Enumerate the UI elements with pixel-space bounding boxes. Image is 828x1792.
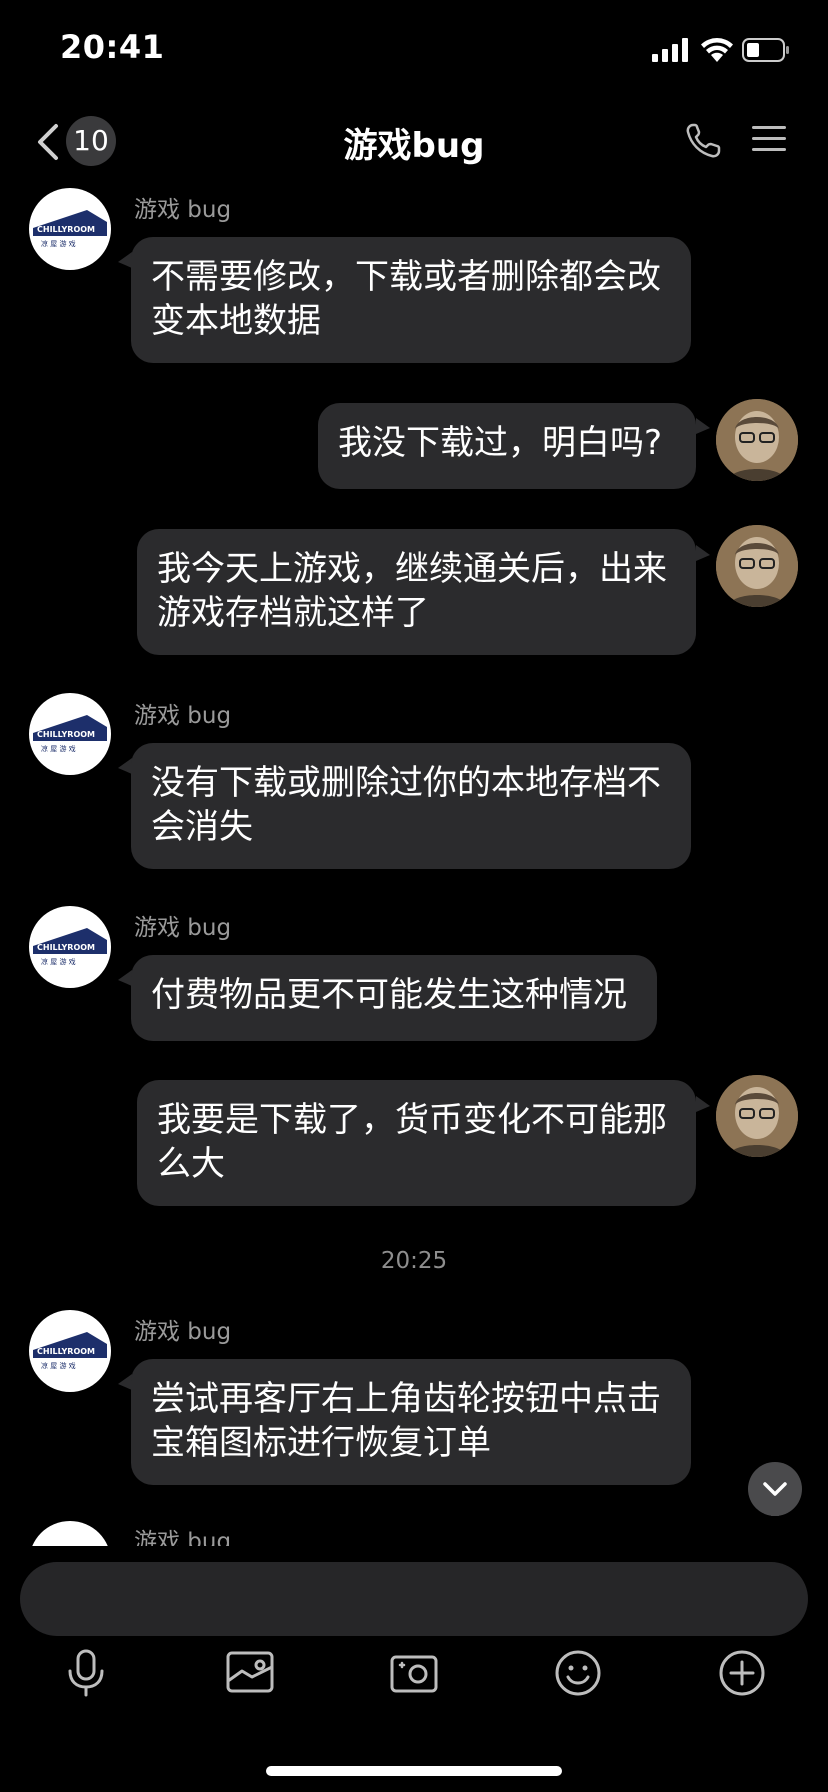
message-bubble[interactable]: 没有下载或删除过你的本地存档不 会消失 — [131, 743, 691, 869]
chillyroom-logo-icon: CHILLYROOM 凉 屋 游 戏 — [33, 1332, 107, 1370]
sender-name: 游戏 bug — [134, 197, 232, 223]
svg-text:CHILLYROOM: CHILLYROOM — [37, 1347, 95, 1356]
wifi-icon — [701, 38, 733, 62]
contact-avatar[interactable]: CHILLYROOM 凉 屋 游 戏 — [29, 188, 111, 270]
message-input[interactable] — [20, 1562, 808, 1636]
input-toolbar — [0, 1645, 828, 1713]
bubble-tail — [696, 1096, 710, 1112]
plus-icon[interactable] — [714, 1645, 770, 1701]
bubble-tail — [118, 252, 132, 268]
svg-text:凉 屋 游 戏: 凉 屋 游 戏 — [41, 744, 76, 753]
contact-avatar[interactable]: CHILLYROOM 凉 屋 游 戏 — [29, 1310, 111, 1392]
svg-text:凉 屋 游 戏: 凉 屋 游 戏 — [41, 1361, 76, 1370]
message-line: 宝箱图标进行恢复订单 — [151, 1423, 491, 1463]
message-line: 付费物品更不可能发生这种情况 — [151, 975, 627, 1015]
message-line: 变本地数据 — [151, 301, 321, 341]
battery-icon — [742, 38, 789, 62]
sender-name: 游戏 bug — [134, 703, 232, 729]
contact-avatar[interactable]: CHILLYROOM 凉 屋 游 戏 — [29, 906, 111, 988]
sender-name: 游戏 bug — [134, 1529, 232, 1546]
home-indicator[interactable] — [266, 1766, 562, 1776]
message-bubble[interactable]: 我没下载过，明白吗? — [318, 403, 696, 489]
message-line: 会消失 — [151, 807, 253, 847]
phone-call-icon[interactable] — [684, 122, 722, 160]
chillyroom-logo-icon: CHILLYROOM 凉 屋 游 戏 — [33, 715, 107, 753]
message-line: 我要是下载了，货币变化不可能那 — [157, 1100, 667, 1140]
message-bubble[interactable]: 尝试再客厅右上角齿轮按钮中点击 宝箱图标进行恢复订单 — [131, 1359, 691, 1485]
my-avatar[interactable] — [716, 1075, 798, 1157]
sender-name: 游戏 bug — [134, 915, 232, 941]
bubble-tail — [118, 758, 132, 774]
microphone-icon[interactable] — [58, 1645, 114, 1701]
message-bubble[interactable]: 不需要修改，下载或者删除都会改 变本地数据 — [131, 237, 691, 363]
message-line: 我今天上游戏，继续通关后，出来 — [157, 549, 667, 589]
bubble-tail — [118, 970, 132, 986]
contact-avatar[interactable] — [29, 1521, 111, 1546]
message-line: 么大 — [157, 1144, 225, 1184]
svg-text:CHILLYROOM: CHILLYROOM — [37, 730, 95, 739]
sender-name: 游戏 bug — [134, 1319, 232, 1345]
image-icon[interactable] — [222, 1645, 278, 1701]
my-avatar[interactable] — [716, 399, 798, 481]
message-line: 尝试再客厅右上角齿轮按钮中点击 — [151, 1379, 661, 1419]
svg-text:凉 屋 游 戏: 凉 屋 游 戏 — [41, 239, 76, 248]
chevron-down-icon — [763, 1482, 787, 1522]
message-bubble[interactable]: 我要是下载了，货币变化不可能那 么大 — [137, 1080, 696, 1206]
message-line: 我没下载过，明白吗? — [338, 423, 663, 463]
contact-avatar[interactable]: CHILLYROOM 凉 屋 游 戏 — [29, 693, 111, 775]
message-bubble[interactable]: 我今天上游戏，继续通关后，出来 游戏存档就这样了 — [137, 529, 696, 655]
message-list-clip: 游戏 bug — [0, 1500, 828, 1546]
chillyroom-logo-icon: CHILLYROOM 凉 屋 游 戏 — [33, 928, 107, 966]
message-line: 不需要修改，下载或者删除都会改 — [151, 257, 661, 297]
status-bar: 20:41 — [0, 0, 828, 100]
menu-icon[interactable] — [752, 124, 786, 154]
my-avatar[interactable] — [716, 525, 798, 607]
user-portrait-icon — [716, 1075, 798, 1157]
message-line: 游戏存档就这样了 — [157, 593, 429, 633]
svg-text:CHILLYROOM: CHILLYROOM — [37, 225, 95, 234]
svg-text:CHILLYROOM: CHILLYROOM — [37, 943, 95, 952]
chillyroom-logo-icon: CHILLYROOM 凉 屋 游 戏 — [33, 210, 107, 248]
scroll-to-bottom-button[interactable] — [748, 1462, 802, 1522]
bubble-tail — [696, 418, 710, 434]
cellular-signal-icon — [652, 38, 688, 62]
camera-icon[interactable] — [386, 1645, 442, 1701]
user-portrait-icon — [716, 525, 798, 607]
bubble-tail — [696, 545, 710, 561]
bubble-tail — [118, 1374, 132, 1390]
user-portrait-icon — [716, 399, 798, 481]
emoji-icon[interactable] — [550, 1645, 606, 1701]
message-timestamp: 20:25 — [380, 1248, 448, 1274]
message-bubble[interactable]: 付费物品更不可能发生这种情况 — [131, 955, 657, 1041]
message-line: 没有下载或删除过你的本地存档不 — [151, 763, 661, 803]
svg-text:凉 屋 游 戏: 凉 屋 游 戏 — [41, 957, 76, 966]
status-time: 20:41 — [60, 28, 165, 66]
